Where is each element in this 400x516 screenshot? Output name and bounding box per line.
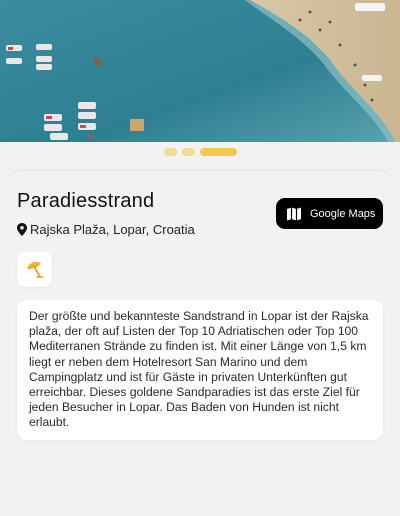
description-card: Der größte und bekannteste Sandstrand in… (17, 300, 383, 440)
beach-umbrella-icon (26, 261, 44, 278)
google-maps-label: Google Maps (310, 207, 376, 220)
carousel-dot[interactable] (181, 148, 195, 156)
amenity-beach[interactable] (17, 252, 52, 287)
page-title: Paradiesstrand (17, 190, 155, 212)
location-line: Rajska Plaža, Lopar, Croatia (17, 222, 195, 237)
carousel-dot-active[interactable] (199, 148, 237, 156)
location-pin-icon (17, 223, 27, 236)
google-maps-button[interactable]: Google Maps (276, 198, 383, 229)
carousel-dot[interactable] (163, 148, 177, 156)
map-icon (287, 207, 301, 220)
hero-image[interactable] (0, 0, 400, 142)
carousel-indicator[interactable] (0, 148, 400, 156)
description-text: Der größte und bekannteste Sandstrand in… (29, 309, 369, 430)
location-text: Rajska Plaža, Lopar, Croatia (30, 222, 195, 237)
